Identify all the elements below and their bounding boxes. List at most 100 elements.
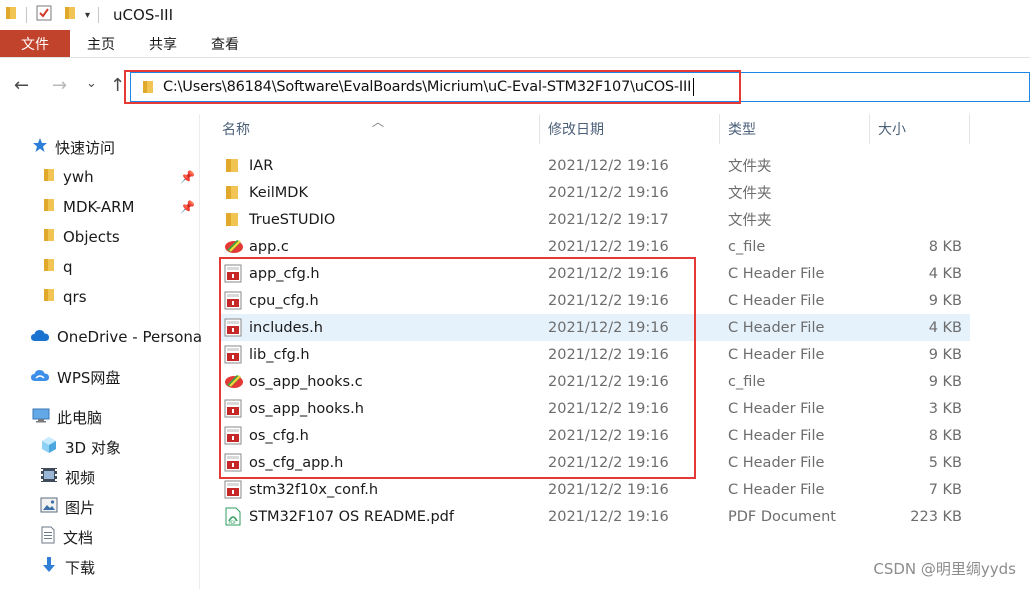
file-name[interactable]: os_app_hooks.h [249, 401, 364, 417]
file-row[interactable]: TrueSTUDIO 2021/12/2 19:17 文件夹 [220, 206, 970, 233]
download-arrow-icon [40, 556, 58, 578]
file-date: 2021/12/2 19:16 [548, 346, 669, 363]
sidebar-item-quick-access[interactable]: 快速访问 [32, 134, 115, 160]
header-file-icon [224, 399, 242, 422]
sidebar-item-mdk-arm[interactable]: MDK-ARM [42, 194, 134, 220]
file-row[interactable]: os_cfg.h 2021/12/2 19:16 C Header File 8 KB [220, 422, 970, 449]
file-name[interactable]: os_cfg_app.h [249, 455, 343, 471]
sidebar-item-q[interactable]: q [42, 254, 73, 280]
column-name[interactable]: 名称 [214, 114, 540, 144]
tab-file[interactable]: 文件 [0, 30, 70, 57]
sidebar-item-label: q [63, 258, 73, 276]
file-row[interactable]: app_cfg.h 2021/12/2 19:16 C Header File 4 K… [220, 260, 970, 287]
sidebar-item-this-pc[interactable]: 此电脑 [32, 404, 102, 430]
sidebar-item-videos[interactable]: 视频 [40, 464, 95, 490]
file-name[interactable]: os_app_hooks.c [249, 374, 363, 390]
file-date: 2021/12/2 19:17 [548, 211, 669, 228]
recent-locations-icon[interactable]: ⌄ [86, 74, 97, 94]
file-row[interactable]: os_cfg_app.h 2021/12/2 19:16 C Header File… [220, 449, 970, 476]
address-bar[interactable]: C:\Users\86184\Software\EvalBoards\Micri… [130, 72, 1030, 102]
file-name[interactable]: stm32f10x_conf.h [249, 482, 378, 498]
file-row[interactable]: KeilMDK 2021/12/2 19:16 文件夹 [220, 179, 970, 206]
file-type: PDF Document [728, 508, 836, 525]
cloud-icon [30, 368, 50, 386]
file-size: 4 KB [928, 319, 962, 336]
column-header: ︿ 名称 修改日期 类型 大小 [200, 114, 1030, 144]
file-date: 2021/12/2 19:16 [548, 454, 669, 471]
file-name[interactable]: app.c [249, 239, 289, 255]
header-file-icon [224, 291, 242, 314]
address-path[interactable]: C:\Users\86184\Software\EvalBoards\Micri… [163, 79, 691, 95]
file-name[interactable]: app_cfg.h [249, 266, 320, 282]
sidebar-item-label: OneDrive - Persona [57, 328, 203, 346]
file-date: 2021/12/2 19:16 [548, 157, 669, 174]
file-date: 2021/12/2 19:16 [548, 292, 669, 309]
pin-icon[interactable]: 📌 [180, 200, 195, 214]
file-name[interactable]: TrueSTUDIO [249, 212, 335, 228]
computer-icon [32, 407, 50, 427]
file-type: C Header File [728, 427, 825, 444]
sidebar-item-ywh[interactable]: ywh [42, 164, 94, 190]
navigation-bar: ← → ⌄ ↑ C:\Users\86184\Software\EvalBoar… [0, 58, 1030, 114]
sidebar-item-pictures[interactable]: 图片 [40, 494, 95, 520]
file-name[interactable]: includes.h [249, 320, 323, 336]
pin-icon[interactable]: 📌 [180, 170, 195, 184]
file-name[interactable]: STM32F107 OS README.pdf [249, 509, 454, 525]
sidebar-item-3d-objects[interactable]: 3D 对象 [40, 434, 121, 460]
sidebar-item-onedrive[interactable]: OneDrive - Persona [30, 324, 202, 350]
file-name[interactable]: cpu_cfg.h [249, 293, 319, 309]
file-size: 4 KB [928, 265, 962, 282]
sidebar-item-objects[interactable]: Objects [42, 224, 120, 250]
file-size: 3 KB [928, 400, 962, 417]
tab-view[interactable]: 查看 [194, 30, 256, 57]
folder-icon [4, 5, 18, 25]
column-size[interactable]: 大小 [870, 114, 970, 144]
file-type: C Header File [728, 454, 825, 471]
tab-home[interactable]: 主页 [70, 30, 132, 57]
file-row[interactable]: os_app_hooks.c 2021/12/2 19:16 c_file 9 KB [220, 368, 970, 395]
folder-icon [224, 210, 240, 232]
header-file-icon [224, 426, 242, 449]
column-modified[interactable]: 修改日期 [540, 114, 720, 144]
properties-check-icon[interactable] [35, 4, 53, 26]
sidebar-item-label: 下载 [65, 558, 96, 577]
file-name[interactable]: os_cfg.h [249, 428, 309, 444]
file-size: 223 KB [910, 508, 962, 525]
sidebar-item-documents[interactable]: 文档 [40, 524, 93, 550]
file-size: 8 KB [928, 238, 962, 255]
file-size: 7 KB [928, 481, 962, 498]
file-row[interactable]: os_app_hooks.h 2021/12/2 19:16 C Header Fi… [220, 395, 970, 422]
sidebar-item-label: 文档 [63, 528, 94, 547]
quick-access-toolbar: ▾ [0, 0, 107, 30]
file-type: C Header File [728, 319, 825, 336]
sidebar-item-qrs[interactable]: qrs [42, 284, 87, 310]
back-arrow-icon[interactable]: ← [14, 76, 29, 96]
header-file-icon [224, 345, 242, 368]
column-type[interactable]: 类型 [720, 114, 870, 144]
watermark: CSDN @明里绸yyds [873, 560, 1016, 578]
file-name[interactable]: KeilMDK [249, 185, 308, 201]
file-row[interactable]: stm32f10x_conf.h 2021/12/2 19:16 C Header … [220, 476, 970, 503]
folder-icon [224, 156, 240, 178]
file-row[interactable]: lib_cfg.h 2021/12/2 19:16 C Header File 9 K… [220, 341, 970, 368]
header-file-icon [224, 480, 242, 503]
file-row[interactable]: cpu_cfg.h 2021/12/2 19:16 C Header File 9 K… [220, 287, 970, 314]
customize-toolbar-icon[interactable]: ▾ [85, 10, 90, 21]
folder-icon [42, 227, 56, 247]
sidebar-item-wps[interactable]: WPS网盘 [30, 364, 120, 390]
file-row[interactable]: includes.h 2021/12/2 19:16 C Header File 4 … [220, 314, 970, 341]
sidebar-item-label: 视频 [65, 468, 96, 487]
file-name[interactable]: lib_cfg.h [249, 347, 310, 363]
new-folder-icon[interactable] [63, 5, 77, 25]
file-type: C Header File [728, 400, 825, 417]
header-file-icon [224, 318, 242, 341]
up-arrow-icon[interactable]: ↑ [110, 76, 125, 96]
file-size: 9 KB [928, 346, 962, 363]
file-row[interactable]: app.c 2021/12/2 19:16 c_file 8 KB [220, 233, 970, 260]
file-name[interactable]: IAR [249, 158, 273, 174]
tab-share[interactable]: 共享 [132, 30, 194, 57]
sidebar-item-downloads[interactable]: 下载 [40, 554, 95, 580]
file-row[interactable]: IAR 2021/12/2 19:16 文件夹 [220, 152, 970, 179]
file-row[interactable]: PDF STM32F107 OS README.pdf 2021/12/2 19:1… [220, 503, 970, 530]
forward-arrow-icon[interactable]: → [52, 76, 67, 96]
